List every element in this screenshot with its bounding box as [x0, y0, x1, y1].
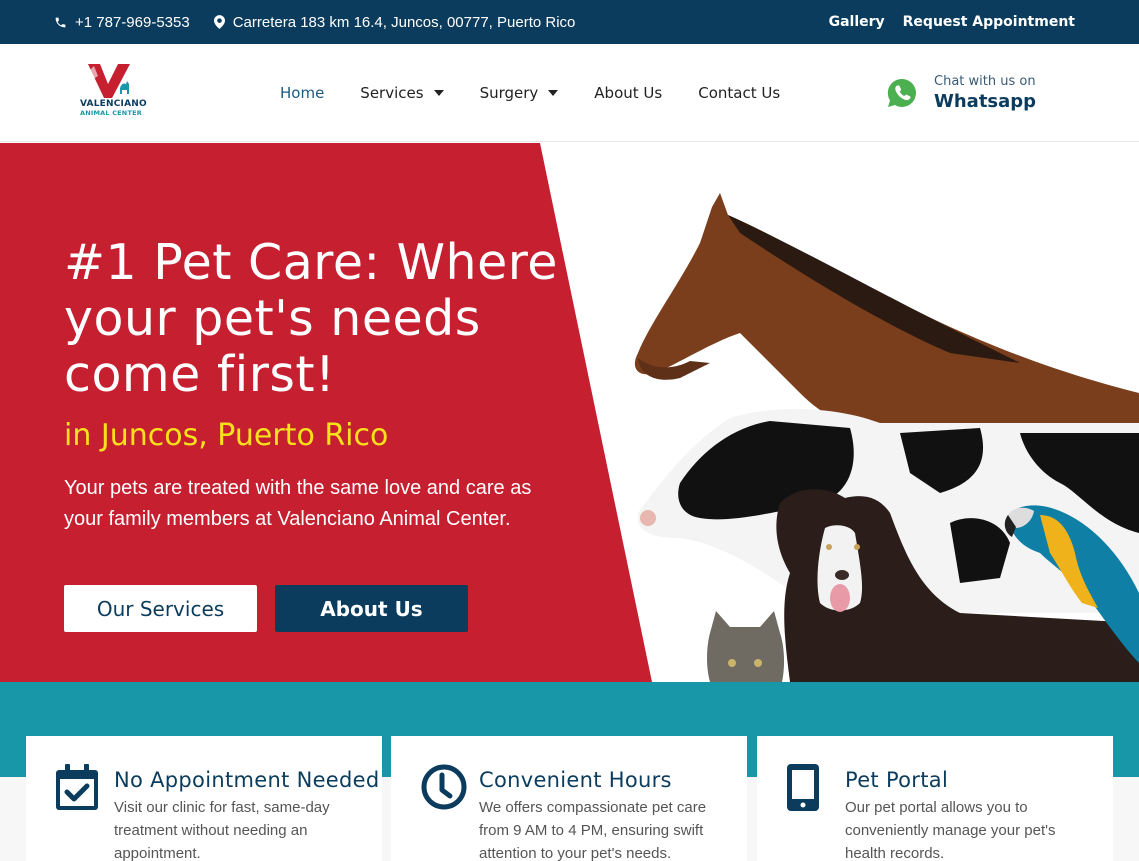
hero-section: #1 Pet Care: Where your pet's needs come…	[0, 143, 1139, 682]
hero-description: Your pets are treated with the same love…	[64, 477, 532, 530]
feature-title: Convenient Hours	[479, 768, 672, 792]
nav-about-us-label: About Us	[594, 84, 663, 102]
nav-home[interactable]: Home	[280, 84, 324, 102]
request-appointment-link[interactable]: Request Appointment	[903, 14, 1075, 30]
phone-icon	[55, 17, 66, 27]
main-nav: Home Services Surgery About Us Contact U…	[280, 44, 816, 142]
nav-home-label: Home	[280, 84, 325, 102]
top-links: Gallery Request Appointment	[811, 0, 1075, 44]
whatsapp-icon	[887, 78, 916, 107]
whatsapp-text: Chat with us on Whatsapp	[934, 74, 1036, 112]
nav-services[interactable]: Services	[360, 84, 444, 102]
whatsapp-label: Whatsapp	[934, 91, 1037, 112]
address-text: Carretera 183 km 16.4, Juncos, 00777, Pu…	[232, 13, 576, 31]
caret-down-icon	[548, 90, 559, 96]
contact-info: +1 787-969-5353 Carretera 183 km 16.4, J…	[54, 0, 599, 44]
clock-icon	[421, 764, 467, 810]
hero-title: #1 Pet Care: Where your pet's needs come…	[64, 234, 558, 403]
calendar-check-icon	[56, 764, 98, 810]
feature-text: Our pet portal allows you to convenientl…	[845, 799, 1056, 861]
hero-location: in Juncos, Puerto Rico	[64, 418, 389, 453]
whatsapp-caption: Chat with us on	[934, 74, 1036, 89]
address-contact: Carretera 183 km 16.4, Juncos, 00777, Pu…	[213, 13, 576, 31]
logo-line-2: ANIMAL CENTER	[80, 109, 142, 117]
nav-about-us[interactable]: About Us	[594, 84, 662, 102]
feature-text: Visit our clinic for fast, same-day trea…	[114, 799, 330, 861]
phone-number[interactable]: +1 787-969-5353	[75, 14, 190, 31]
feature-title: Pet Portal	[845, 768, 949, 792]
nav-surgery[interactable]: Surgery	[480, 84, 559, 102]
top-bar: +1 787-969-5353 Carretera 183 km 16.4, J…	[0, 0, 1139, 44]
feature-title: No Appointment Needed	[114, 768, 380, 792]
logo-mark-icon	[88, 64, 130, 98]
main-header: VALENCIANO ANIMAL CENTER Home Services S…	[0, 44, 1139, 142]
nav-surgery-label: Surgery	[479, 84, 539, 102]
gallery-link[interactable]: Gallery	[829, 14, 885, 30]
map-pin-icon	[213, 15, 225, 29]
horse-shape	[634, 193, 1139, 453]
feature-card: Convenient Hours We offers compassionate…	[391, 736, 747, 861]
caret-down-icon	[433, 90, 444, 96]
whatsapp-chat-link[interactable]: Chat with us on Whatsapp	[886, 74, 1036, 112]
mobile-phone-icon	[787, 764, 819, 811]
nav-contact-us[interactable]: Contact Us	[698, 84, 780, 102]
feature-card: Pet Portal Our pet portal allows you to …	[757, 736, 1113, 861]
our-services-button[interactable]: Our Services	[64, 585, 257, 632]
about-us-button[interactable]: About Us	[275, 585, 468, 632]
cat-shape	[707, 611, 785, 682]
animals-photo	[634, 193, 1139, 682]
nav-contact-us-label: Contact Us	[698, 84, 781, 102]
logo[interactable]: VALENCIANO ANIMAL CENTER	[78, 62, 148, 122]
feature-text: We offers compassionate pet care from 9 …	[479, 799, 707, 861]
phone-contact[interactable]: +1 787-969-5353	[54, 14, 190, 31]
logo-line-1: VALENCIANO	[80, 99, 147, 109]
nav-services-label: Services	[360, 84, 424, 102]
feature-card: No Appointment Needed Visit our clinic f…	[26, 736, 382, 861]
